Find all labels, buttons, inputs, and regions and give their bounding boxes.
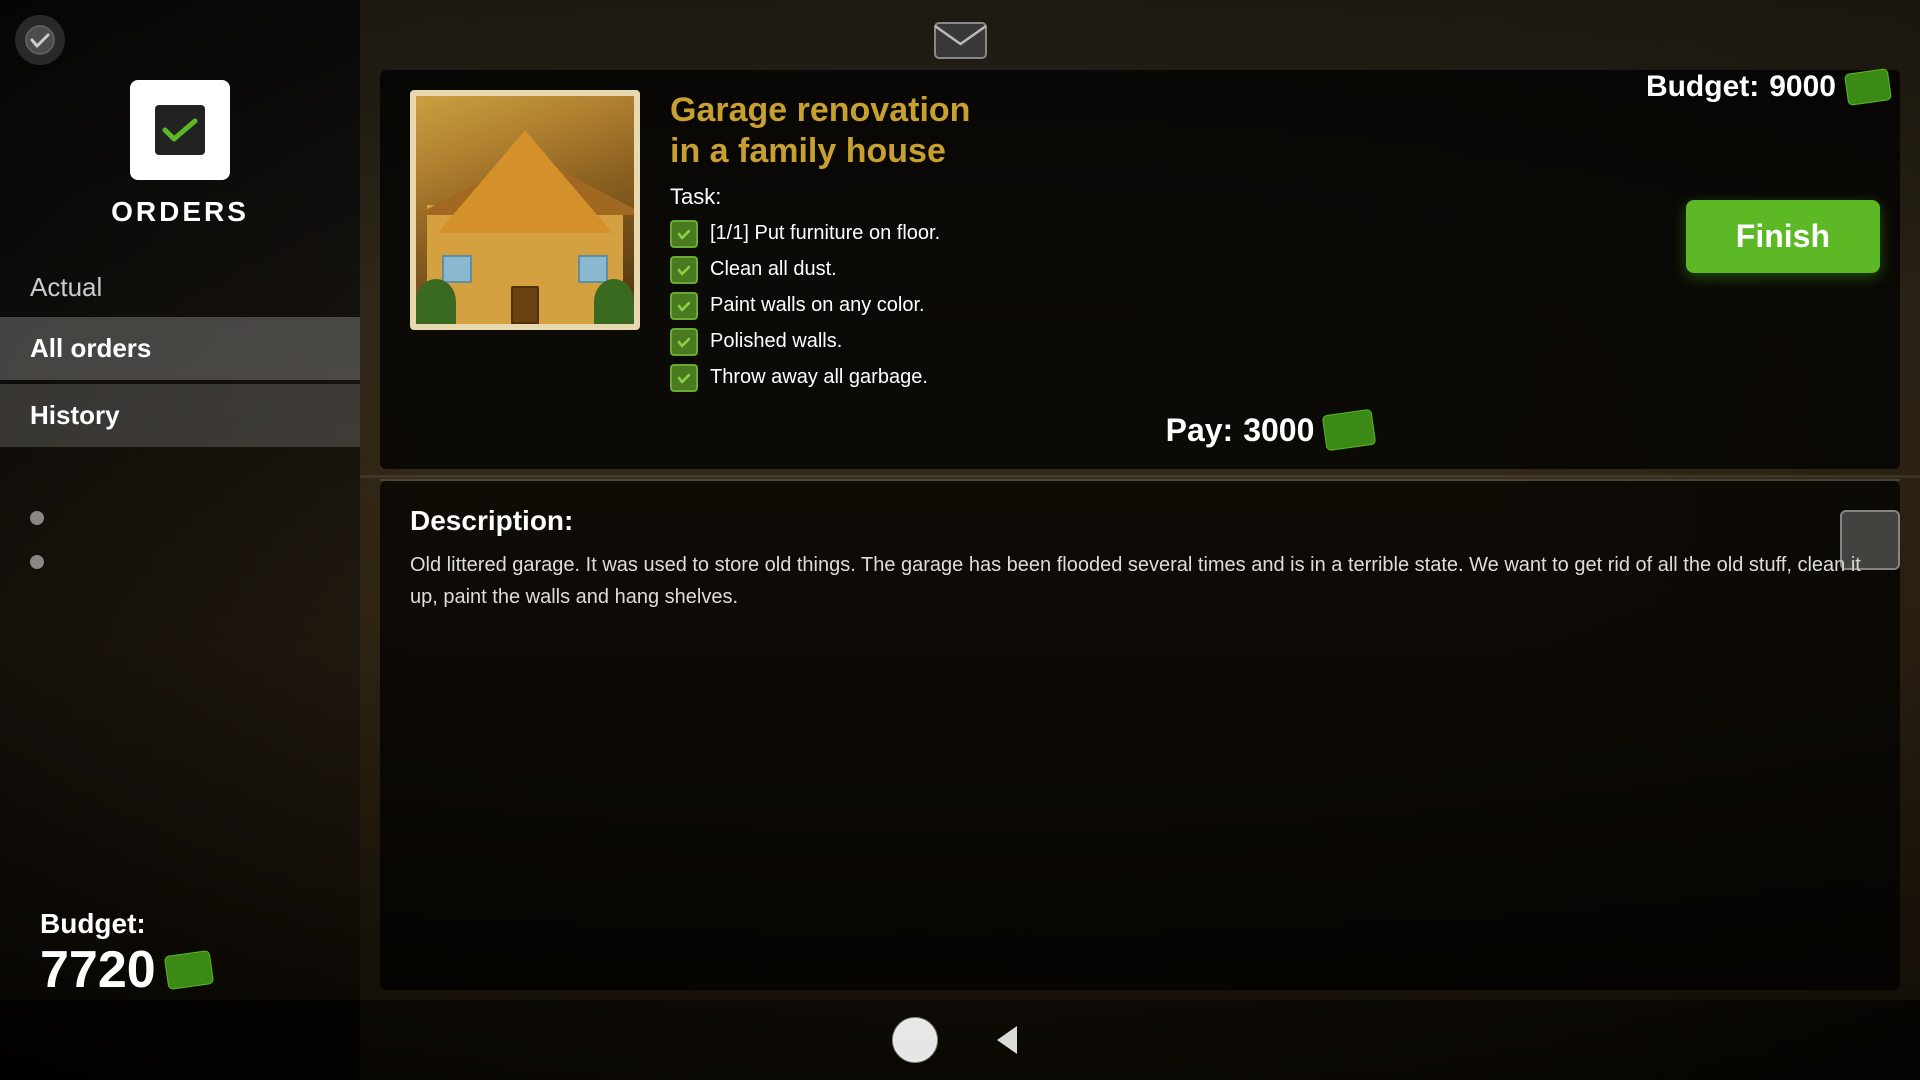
- bottom-nav: [0, 1000, 1920, 1080]
- orders-title: ORDERS: [111, 196, 249, 228]
- panel-separator: [360, 475, 1920, 478]
- dot-1: [30, 511, 44, 525]
- sidebar-actual-label: Actual: [0, 258, 360, 317]
- finish-button[interactable]: Finish: [1686, 200, 1880, 273]
- sidebar-item-history[interactable]: History: [0, 384, 360, 447]
- task-text-5: Throw away all garbage.: [710, 366, 928, 389]
- budget-header: Budget: 9000: [1646, 70, 1890, 104]
- task-text-2: Clean all dust.: [710, 258, 837, 281]
- sidebar-item-all-orders[interactable]: All orders: [0, 317, 360, 380]
- description-panel: Description: Old littered garage. It was…: [380, 481, 1900, 990]
- description-title: Description:: [410, 505, 1870, 537]
- house-image: [410, 90, 640, 330]
- budget-header-value: 9000: [1769, 70, 1836, 104]
- task-text-1: [1/1] Put furniture on floor.: [710, 222, 940, 245]
- player-budget-label: Budget:: [40, 908, 212, 940]
- home-button[interactable]: [890, 1015, 940, 1065]
- task-item-5: Throw away all garbage.: [670, 364, 1870, 392]
- money-icon-header: [1844, 68, 1892, 106]
- menu-check-button[interactable]: [15, 15, 65, 65]
- task-check-2: [670, 256, 698, 284]
- task-check-5: [670, 364, 698, 392]
- order-panel: Garage renovation in a family house Task…: [380, 70, 1900, 469]
- player-budget: Budget: 7720: [40, 908, 212, 1000]
- description-text: Old littered garage. It was used to stor…: [410, 549, 1870, 613]
- pay-amount: 3000: [1243, 412, 1314, 449]
- pay-label: Pay:: [1166, 412, 1234, 449]
- back-button[interactable]: [980, 1015, 1030, 1065]
- money-icon-pay: [1322, 409, 1377, 452]
- task-text-4: Polished walls.: [710, 330, 842, 353]
- money-icon-player: [164, 950, 214, 990]
- player-budget-amount: 7720: [40, 940, 156, 1000]
- task-check-1: [670, 220, 698, 248]
- pay-section: Pay: 3000: [670, 412, 1870, 449]
- dot-indicators: [30, 511, 44, 569]
- main-content: Garage renovation in a family house Task…: [360, 60, 1920, 1000]
- task-item-4: Polished walls.: [670, 328, 1870, 356]
- task-check-4: [670, 328, 698, 356]
- mail-button[interactable]: [930, 15, 990, 65]
- task-check-3: [670, 292, 698, 320]
- task-text-3: Paint walls on any color.: [710, 294, 925, 317]
- right-edge-button[interactable]: [1840, 510, 1900, 570]
- budget-header-label: Budget:: [1646, 70, 1759, 104]
- orders-icon: [130, 80, 230, 180]
- task-item-3: Paint walls on any color.: [670, 292, 1870, 320]
- dot-2: [30, 555, 44, 569]
